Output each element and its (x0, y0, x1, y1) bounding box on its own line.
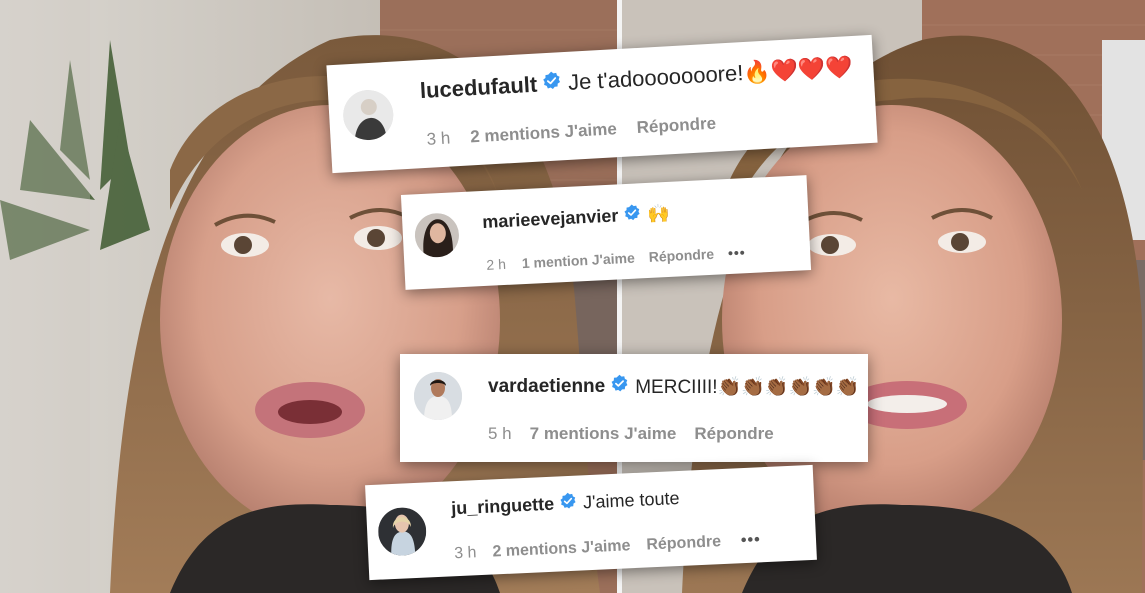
comment-text: Je t'adooooooore!🔥❤️❤️❤️ (567, 53, 854, 95)
comment-line: ju_ringuette J'aime toute (451, 487, 680, 520)
avatar[interactable] (341, 88, 395, 142)
avatar[interactable] (414, 372, 462, 420)
comment-text: MERCIIII!👏🏾👏🏾👏🏾👏🏾👏🏾👏🏾 (635, 376, 860, 398)
comment-meta: 3 h 2 mentions J'aime Répondre (426, 114, 716, 150)
username[interactable]: marieevejanvier (482, 205, 619, 233)
avatar[interactable] (413, 212, 460, 259)
composite-image: lucedufault Je t'adooooooore!🔥❤️❤️❤️ 3 h… (0, 0, 1145, 593)
verified-badge-icon (610, 374, 629, 399)
comment-card-vardaetienne: vardaetienne MERCIIII!👏🏾👏🏾👏🏾👏🏾👏🏾👏🏾 5 h 7… (400, 354, 868, 462)
timestamp: 2 h (486, 255, 507, 273)
comment-text: J'aime toute (582, 487, 680, 513)
timestamp: 5 h (488, 424, 512, 443)
comment-line: vardaetienne MERCIIII!👏🏾👏🏾👏🏾👏🏾👏🏾👏🏾 (488, 374, 860, 399)
comment-card-marieevejanvier: marieevejanvier 🙌 2 h 1 mention J'aime R… (400, 175, 812, 290)
comment-meta: 3 h 2 mentions J'aime Répondre ••• (454, 531, 761, 563)
username[interactable]: ju_ringuette (451, 494, 555, 520)
likes-count-link[interactable]: 2 mentions J'aime (492, 537, 631, 561)
reply-button[interactable]: Répondre (636, 114, 716, 138)
verified-badge-icon (541, 70, 562, 97)
comment-meta: 5 h 7 mentions J'aime Répondre (488, 424, 774, 444)
likes-count-link[interactable]: 1 mention J'aime (521, 250, 635, 272)
timestamp: 3 h (453, 544, 477, 563)
reply-button[interactable]: Répondre (646, 533, 721, 554)
comment-line: marieevejanvier 🙌 (482, 202, 670, 234)
likes-count-link[interactable]: 7 mentions J'aime (530, 424, 677, 444)
username[interactable]: lucedufault (419, 72, 538, 105)
more-options-icon[interactable]: ••• (728, 244, 746, 261)
comment-meta: 2 h 1 mention J'aime Répondre ••• (486, 244, 746, 273)
reply-button[interactable]: Répondre (694, 424, 773, 444)
more-options-icon[interactable]: ••• (741, 531, 762, 550)
comment-line: lucedufault Je t'adooooooore!🔥❤️❤️❤️ (419, 54, 853, 104)
avatar[interactable] (377, 506, 428, 557)
verified-badge-icon (623, 203, 642, 227)
username[interactable]: vardaetienne (488, 376, 605, 398)
timestamp: 3 h (426, 128, 451, 149)
reply-button[interactable]: Répondre (648, 246, 714, 265)
comment-card-ju-ringuette: ju_ringuette J'aime toute 3 h 2 mentions… (365, 464, 817, 581)
verified-badge-icon (559, 492, 578, 516)
comment-text: 🙌 (646, 202, 671, 224)
likes-count-link[interactable]: 2 mentions J'aime (470, 119, 618, 147)
